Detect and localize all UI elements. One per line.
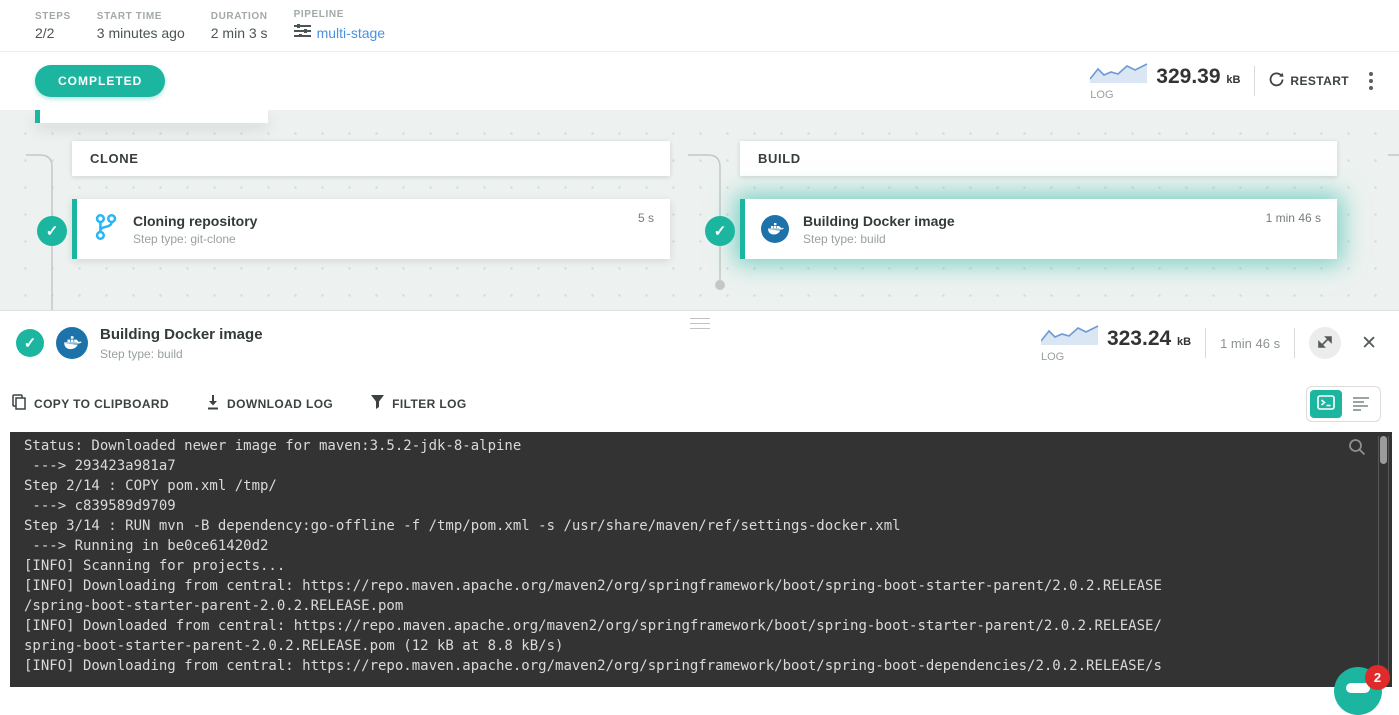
docker-icon xyxy=(761,215,789,243)
copy-label: COPY TO CLIPBOARD xyxy=(34,397,169,411)
log-size-value: 329.39 xyxy=(1156,65,1220,88)
filter-log-button[interactable]: FILTER LOG xyxy=(371,395,466,412)
expand-icon xyxy=(1318,335,1332,352)
divider xyxy=(1254,66,1255,96)
docker-icon xyxy=(56,327,88,359)
sliders-icon xyxy=(294,23,311,42)
restart-label: RESTART xyxy=(1290,74,1349,88)
pipeline-link[interactable]: multi-stage xyxy=(317,25,385,41)
log-terminal[interactable]: Status: Downloaded newer image for maven… xyxy=(10,432,1392,687)
log-label: LOG xyxy=(1090,89,1113,101)
text-lines-icon xyxy=(1353,395,1369,413)
log-label: LOG xyxy=(1041,351,1064,363)
step-type: Step type: build xyxy=(803,232,955,246)
filter-funnel-icon xyxy=(371,395,384,412)
steps-value: 2/2 xyxy=(35,25,71,41)
status-badge: COMPLETED xyxy=(35,65,165,97)
download-icon xyxy=(207,395,219,413)
more-options-button[interactable] xyxy=(1363,68,1379,94)
step-success-check-icon: ✓ xyxy=(16,329,44,357)
copy-to-clipboard-button[interactable]: COPY TO CLIPBOARD xyxy=(12,394,169,413)
step-card-clone[interactable]: Cloning repository Step type: git-clone … xyxy=(72,199,670,259)
start-time-value: 3 minutes ago xyxy=(97,25,185,41)
stage-header-clone: CLONE xyxy=(72,141,670,176)
log-sparkline-chart xyxy=(1041,323,1099,350)
step-detail-panel-header: ✓ Building Docker image Step type: build xyxy=(0,310,1399,375)
duration-label: DURATION xyxy=(211,11,268,22)
log-output: Status: Downloaded newer image for maven… xyxy=(10,432,1392,680)
stat-duration: DURATION 2 min 3 s xyxy=(211,11,268,41)
duration-value: 2 min 3 s xyxy=(211,25,268,41)
panel-step-title: Building Docker image xyxy=(100,326,263,343)
restart-icon xyxy=(1269,72,1284,90)
log-view-toggle xyxy=(1306,386,1381,422)
close-panel-button[interactable]: ✕ xyxy=(1355,330,1383,357)
scrolled-stage-card-partial xyxy=(35,110,268,123)
panel-step-type: Step type: build xyxy=(100,347,263,361)
step-card-build[interactable]: Building Docker image Step type: build 1… xyxy=(740,199,1337,259)
search-log-icon[interactable] xyxy=(1348,438,1366,461)
terminal-scrollbar-track[interactable] xyxy=(1378,436,1389,683)
build-stats-bar: STEPS 2/2 START TIME 3 minutes ago DURAT… xyxy=(0,0,1399,52)
start-time-label: START TIME xyxy=(97,11,185,22)
terminal-scrollbar-thumb[interactable] xyxy=(1380,436,1387,464)
stage-title: CLONE xyxy=(90,151,139,166)
stat-pipeline: PIPELINE multi-stage xyxy=(294,9,385,42)
stage-title: BUILD xyxy=(758,151,801,166)
terminal-view-button[interactable] xyxy=(1310,390,1342,418)
chat-notification-badge: 2 xyxy=(1365,665,1390,690)
log-size-widget: LOG 329.39 kB xyxy=(1090,61,1240,101)
panel-drag-handle[interactable] xyxy=(690,318,710,329)
divider xyxy=(1294,328,1295,358)
step-success-check-icon: ✓ xyxy=(705,216,735,246)
run-header: COMPLETED LOG 329.39 kB xyxy=(0,52,1399,110)
expand-panel-button[interactable] xyxy=(1309,327,1341,359)
pipeline-label: PIPELINE xyxy=(294,9,385,20)
log-toolbar: COPY TO CLIPBOARD DOWNLOAD LOG FILTER LO… xyxy=(0,375,1399,432)
download-log-button[interactable]: DOWNLOAD LOG xyxy=(207,395,333,413)
step-duration: 1 min 46 s xyxy=(1266,211,1321,225)
step-duration: 5 s xyxy=(638,211,654,225)
stage-header-build: BUILD xyxy=(740,141,1337,176)
filter-label: FILTER LOG xyxy=(392,397,466,411)
divider xyxy=(1205,328,1206,358)
copy-icon xyxy=(12,394,26,413)
log-size-unit: kB xyxy=(1177,336,1191,348)
restart-button[interactable]: RESTART xyxy=(1269,72,1349,90)
stat-steps: STEPS 2/2 xyxy=(35,11,71,41)
stat-start-time: START TIME 3 minutes ago xyxy=(97,11,185,41)
terminal-icon xyxy=(1317,395,1335,413)
step-success-check-icon: ✓ xyxy=(37,216,67,246)
pipeline-canvas: CLONE Cloning repository Step type: git-… xyxy=(0,110,1399,310)
git-clone-icon xyxy=(93,213,119,246)
step-name: Cloning repository xyxy=(133,213,257,229)
step-name: Building Docker image xyxy=(803,213,955,229)
log-size-widget: LOG 323.24 kB xyxy=(1041,323,1191,363)
download-label: DOWNLOAD LOG xyxy=(227,397,333,411)
panel-step-duration: 1 min 46 s xyxy=(1220,336,1280,351)
text-view-button[interactable] xyxy=(1345,390,1377,418)
steps-label: STEPS xyxy=(35,11,71,22)
log-size-value: 323.24 xyxy=(1107,327,1171,350)
step-type: Step type: git-clone xyxy=(133,232,257,246)
log-size-unit: kB xyxy=(1226,74,1240,86)
log-sparkline-chart xyxy=(1090,61,1148,88)
